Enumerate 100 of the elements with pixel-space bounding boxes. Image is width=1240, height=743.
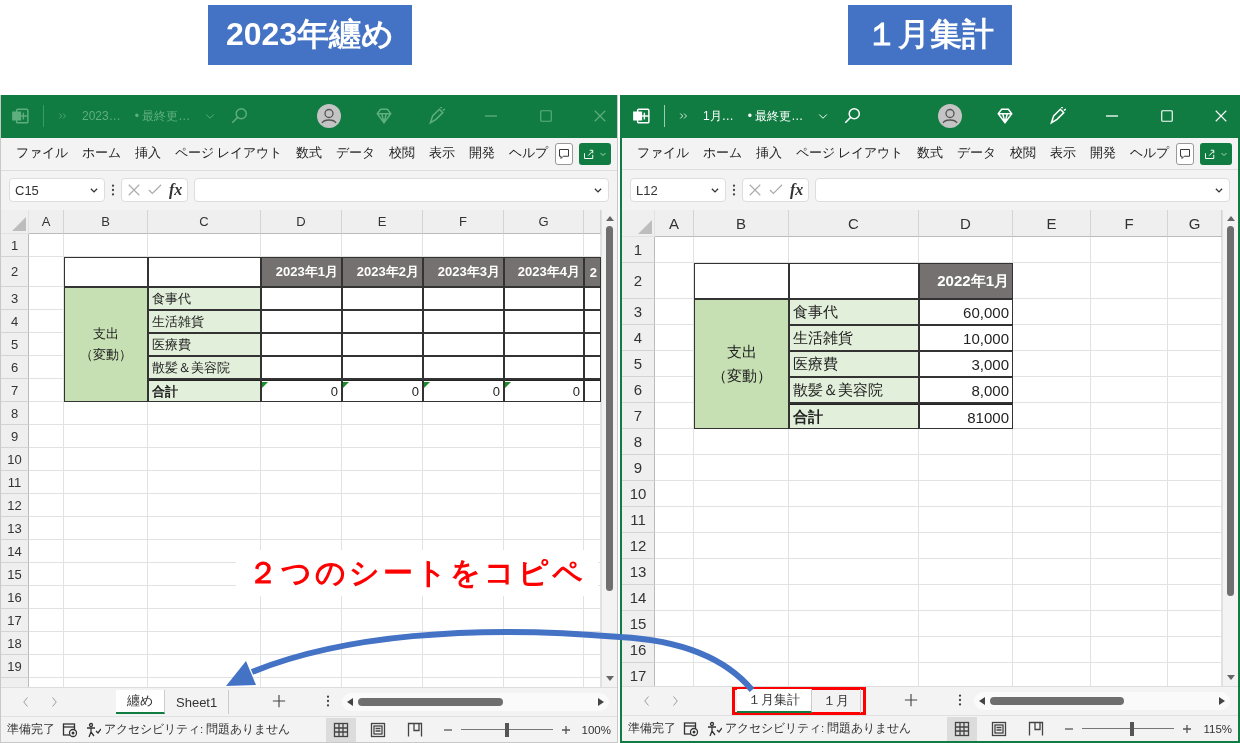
column-header[interactable]: C <box>789 210 919 238</box>
more-icon[interactable] <box>958 692 962 707</box>
menu-tab[interactable]: 表示 <box>422 141 463 167</box>
menu-tab[interactable]: データ <box>950 141 1004 166</box>
menu-tab[interactable]: ページ レイアウト <box>789 141 911 166</box>
comment-button[interactable] <box>1176 142 1195 165</box>
menu-tab[interactable]: ページ レイアウト <box>168 141 290 167</box>
accessibility-icon[interactable] <box>706 720 722 737</box>
row-header[interactable]: 10 <box>622 481 655 508</box>
column-header[interactable]: E <box>342 210 423 235</box>
row-header[interactable]: 7 <box>622 403 655 430</box>
scrollbar-thumb[interactable] <box>358 698 503 707</box>
column-header[interactable]: A <box>655 210 694 238</box>
slider-thumb[interactable] <box>504 722 509 737</box>
menu-tab[interactable]: 開発 <box>1083 141 1124 166</box>
column-header[interactable]: C <box>148 210 261 235</box>
row-header[interactable]: 9 <box>1 425 29 449</box>
insert-function-button[interactable]: fx <box>790 181 804 200</box>
sheet-tab[interactable]: Sheet1 <box>165 690 230 715</box>
menu-tab[interactable]: ホーム <box>696 141 749 166</box>
file-name[interactable]: 1月… <box>703 107 734 125</box>
row-header[interactable]: 1 <box>1 234 29 258</box>
row-header[interactable]: 17 <box>622 663 655 687</box>
plus-icon[interactable] <box>272 693 287 708</box>
avatar-icon[interactable] <box>938 104 962 129</box>
row-header[interactable]: 3 <box>622 299 655 326</box>
menu-tab[interactable]: 挿入 <box>749 141 789 166</box>
zoom-in-icon[interactable] <box>1182 723 1193 734</box>
scroll-left-icon[interactable] <box>978 696 986 707</box>
menu-tab[interactable]: ホーム <box>75 141 128 167</box>
menu-tab[interactable]: 開発 <box>462 141 503 167</box>
row-header[interactable]: 13 <box>622 559 655 586</box>
more-icon[interactable] <box>111 183 115 198</box>
plus-icon[interactable] <box>904 692 918 707</box>
row-header[interactable]: 3 <box>1 287 29 311</box>
row-header[interactable]: 19 <box>1 655 29 679</box>
scroll-up-icon[interactable] <box>604 214 615 223</box>
menu-tab[interactable]: 数式 <box>910 141 951 166</box>
excel-icon[interactable] <box>632 107 650 126</box>
name-box[interactable]: C15 <box>9 178 105 203</box>
column-header[interactable]: D <box>261 210 342 235</box>
row-header[interactable]: 17 <box>1 609 29 633</box>
more-icon[interactable] <box>732 183 736 198</box>
zoom-level[interactable]: 115% <box>1203 722 1232 735</box>
menu-tab[interactable]: 表示 <box>1043 141 1084 166</box>
brush-icon[interactable] <box>1048 107 1066 126</box>
scroll-up-icon[interactable] <box>1225 214 1236 223</box>
column-header[interactable]: D <box>919 210 1013 238</box>
column-header[interactable]: F <box>423 210 504 235</box>
sheet-tab[interactable]: １月 <box>812 689 861 714</box>
sheet-tab[interactable]: １月集計 <box>737 689 812 714</box>
menu-tab[interactable]: 校閲 <box>1003 141 1044 166</box>
row-header[interactable]: 14 <box>1 540 29 564</box>
row-header[interactable]: 11 <box>622 507 655 534</box>
name-box[interactable]: L12 <box>630 178 726 203</box>
row-header[interactable]: 14 <box>622 585 655 612</box>
row-header[interactable]: 18 <box>1 632 29 656</box>
double-chevron-icon[interactable] <box>679 111 689 122</box>
column-header[interactable]: E <box>1013 210 1091 238</box>
row-header[interactable]: 9 <box>622 455 655 482</box>
menu-tab[interactable]: データ <box>329 141 383 167</box>
scroll-right-icon[interactable] <box>1218 696 1226 707</box>
menu-tab[interactable]: 校閲 <box>382 141 423 167</box>
zoom-in-icon[interactable] <box>560 724 571 735</box>
row-header[interactable]: 6 <box>1 356 29 380</box>
column-header[interactable]: B <box>694 210 789 238</box>
row-header[interactable]: 10 <box>1 448 29 472</box>
menu-tab[interactable]: 挿入 <box>128 141 168 167</box>
view-button[interactable] <box>325 717 356 742</box>
row-header[interactable]: 4 <box>622 325 655 352</box>
column-header[interactable]: F <box>1091 210 1168 238</box>
view-button[interactable] <box>947 716 978 741</box>
column-header[interactable]: A <box>29 210 64 235</box>
insert-function-button[interactable]: fx <box>169 181 183 200</box>
scroll-left-icon[interactable] <box>346 697 355 708</box>
row-header[interactable]: 15 <box>1 563 29 587</box>
diamond-icon[interactable] <box>996 107 1014 126</box>
scrollbar-thumb[interactable] <box>1227 226 1234 597</box>
menu-tab[interactable]: ファイル <box>9 141 75 167</box>
row-header[interactable]: 12 <box>622 533 655 560</box>
slider-thumb[interactable] <box>1130 721 1135 736</box>
more-icon[interactable] <box>326 693 331 708</box>
column-header[interactable]: G <box>1168 210 1222 238</box>
share-button[interactable] <box>1200 142 1232 165</box>
menu-tab[interactable]: ヘルプ <box>1123 141 1177 166</box>
row-header[interactable]: 2 <box>622 263 655 300</box>
menu-tab[interactable]: ヘルプ <box>502 141 556 167</box>
row-header[interactable]: 6 <box>622 377 655 404</box>
share-button[interactable] <box>579 142 611 165</box>
scroll-right-icon[interactable] <box>597 697 605 708</box>
row-header[interactable]: 15 <box>622 611 655 638</box>
row-header[interactable]: 12 <box>1 494 29 518</box>
sheet-tab[interactable]: 纏め <box>116 690 165 715</box>
row-header[interactable]: 16 <box>1 586 29 610</box>
row-header[interactable]: 2 <box>1 257 29 288</box>
scrollbar-thumb[interactable] <box>990 697 1124 706</box>
row-header[interactable]: 7 <box>1 379 29 403</box>
menu-tab[interactable]: 数式 <box>289 141 330 167</box>
zoom-level[interactable]: 100% <box>581 723 611 736</box>
column-header[interactable]: B <box>64 210 148 235</box>
